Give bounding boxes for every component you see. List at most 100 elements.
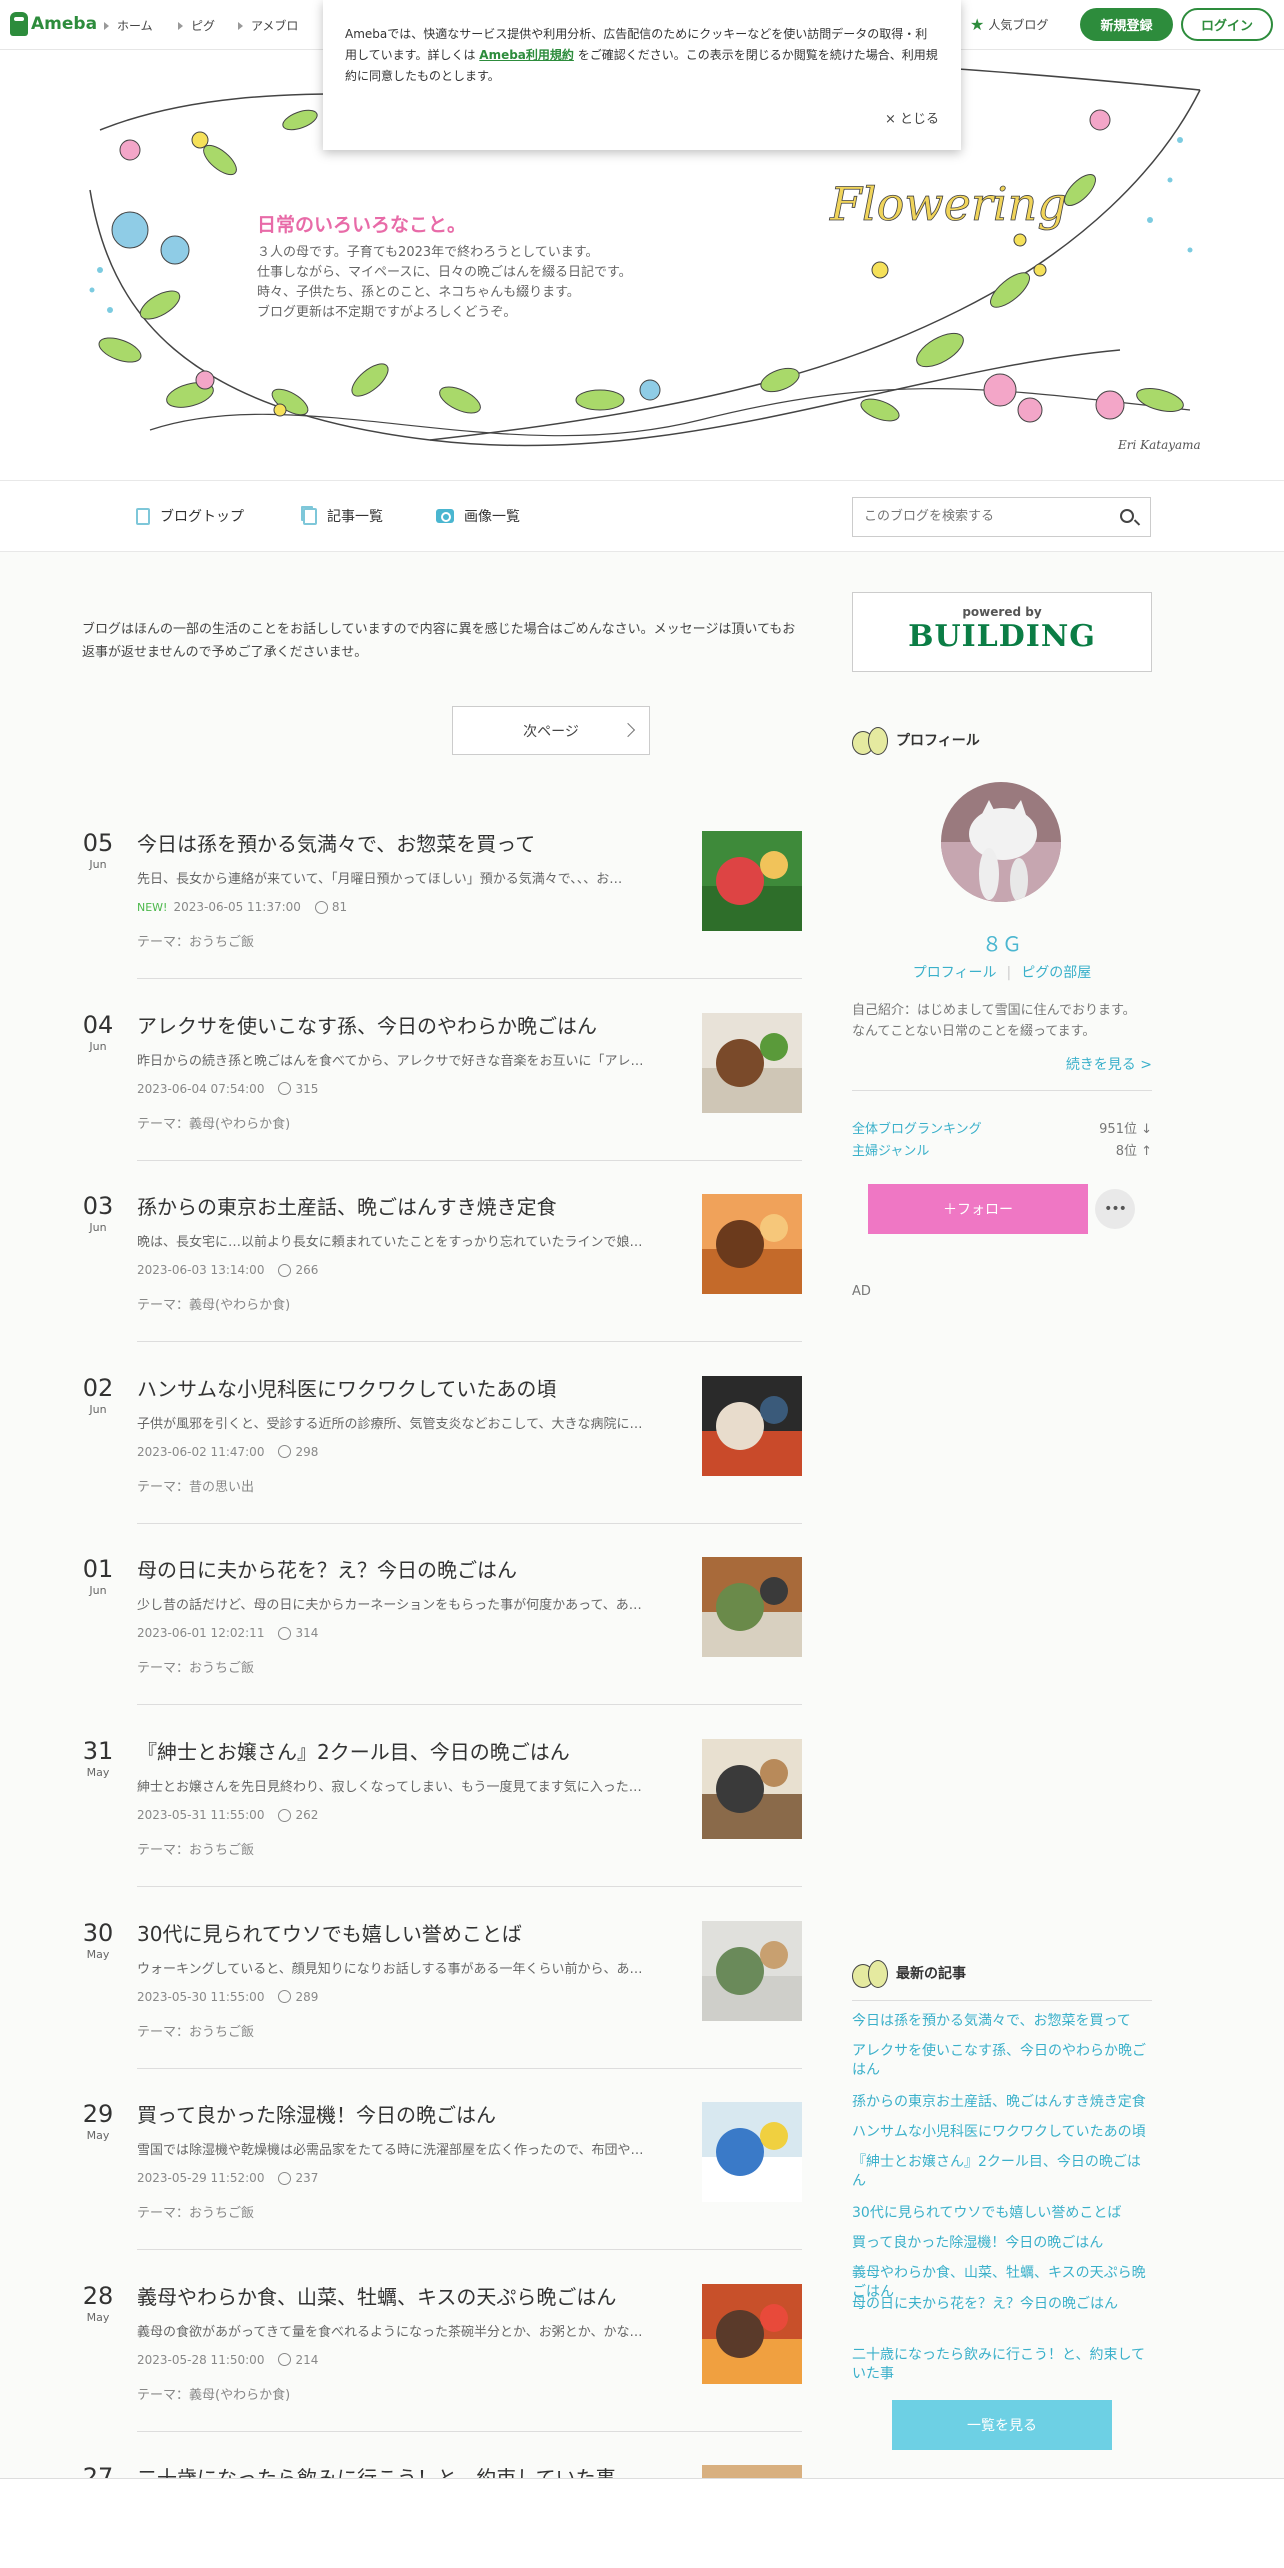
nav-pigg-link[interactable]: ピグ (178, 17, 215, 34)
entry-thumbnail[interactable] (702, 1739, 802, 1839)
blog-subnav: ブログトップ 記事一覧 画像一覧 (0, 480, 1284, 552)
more-options-button[interactable]: ••• (1095, 1189, 1135, 1229)
entry-thumbnail[interactable] (702, 1375, 802, 1476)
entry-thumbnail[interactable] (702, 1557, 802, 1658)
recent-article-link[interactable]: アレクサを使いこなす孫、今日のやわらか晩ごはん (852, 2042, 1152, 2080)
read-more-link[interactable]: 続きを見る > (852, 1054, 1152, 1074)
login-button[interactable]: ログイン (1181, 8, 1273, 41)
entry-excerpt: ウォーキングしていると、顔見知りになりお話しする事がある一年くらい前から、あ… (137, 1961, 643, 1977)
entry-likes[interactable]: 298 (278, 1445, 318, 1459)
divider (137, 1159, 802, 1161)
profile-name[interactable]: ８Ｇ (852, 928, 1152, 957)
entry-theme-link[interactable]: テーマ：義母(やわらか食) (137, 1294, 290, 1313)
blog-title[interactable]: 日常のいろいろなこと。 (257, 210, 466, 237)
entry-title-link[interactable]: 今日は孫を預かる気満々で、お惣菜を買って (137, 828, 535, 857)
new-badge: NEW! (137, 900, 168, 914)
entry-theme-link[interactable]: テーマ：義母(やわらか食) (137, 1113, 290, 1132)
tab-blog-top[interactable]: ブログトップ (136, 506, 244, 526)
entry-likes[interactable]: 214 (278, 2353, 318, 2367)
ranking-row: 全体ブログランキング 951位 ↓ (852, 1118, 1152, 1137)
entry-meta: 2023-06-04 07:54:00 315 (137, 1082, 318, 1096)
recent-article-link[interactable]: 孫からの東京お土産話、晩ごはんすき焼き定食 (852, 2093, 1152, 2112)
nav-home-link[interactable]: ホーム (104, 17, 153, 34)
entry-title-link[interactable]: 孫からの東京お土産話、晩ごはんすき焼き定食 (137, 1191, 557, 1220)
entry-theme-link[interactable]: テーマ：おうちご飯 (137, 1657, 254, 1676)
divider (137, 1704, 802, 1706)
next-page-button[interactable]: 次ページ (452, 706, 650, 755)
register-button[interactable]: 新規登録 (1080, 8, 1173, 41)
entry-date: 2023-06-04 07:54:00 (137, 1081, 265, 1096)
entry-day: 02 (82, 1373, 114, 1402)
tab-image-list[interactable]: 画像一覧 (436, 506, 520, 526)
nav-ameblo-link[interactable]: アメブロ (238, 17, 298, 34)
entry-date: 2023-05-28 11:50:00 (137, 2352, 265, 2367)
entry-thumbnail[interactable] (702, 1920, 802, 2021)
profile-links: プロフィール | ピグの部屋 (912, 965, 1092, 981)
thumbnail-photo (702, 1012, 802, 1113)
genre-ranking-link[interactable]: 主婦ジャンル (852, 1140, 929, 1159)
entry-likes[interactable]: 262 (278, 1808, 318, 1822)
recent-article-link[interactable]: ハンサムな小児科医にワクワクしていたあの頃 (852, 2123, 1152, 2142)
search-icon[interactable] (1120, 509, 1134, 523)
entry-title-link[interactable]: 買って良かった除湿機！今日の晩ごはん (137, 2099, 496, 2128)
overall-ranking-link[interactable]: 全体ブログランキング (852, 1118, 982, 1137)
entry-title-link[interactable]: 母の日に夫から花を？え？今日の晩ごはん (137, 1554, 517, 1583)
terms-link[interactable]: Ameba利用規約 (479, 48, 574, 62)
entry-likes[interactable]: 266 (278, 1263, 318, 1277)
follow-button[interactable]: ＋フォロー (868, 1184, 1088, 1234)
smile-icon (278, 1990, 292, 2004)
entry-title-link[interactable]: 30代に見られてウソでも嬉しい誉めことば (137, 1918, 522, 1947)
entry-theme-link[interactable]: テーマ：おうちご飯 (137, 2021, 254, 2040)
entry-day: 30 (82, 1918, 114, 1947)
profile-link[interactable]: プロフィール (913, 965, 997, 981)
entry-likes[interactable]: 81 (314, 900, 347, 914)
entry-title-link[interactable]: アレクサを使いこなす孫、今日のやわらか晩ごはん (137, 1010, 597, 1039)
entry-theme-link[interactable]: テーマ：おうちご飯 (137, 931, 254, 950)
entry-thumbnail[interactable] (702, 831, 802, 931)
recent-article-link[interactable]: 『紳士とお嬢さん』2クール目、今日の晩ごはん (852, 2153, 1152, 2191)
divider (137, 1886, 802, 1887)
avatar-cat-photo (941, 782, 1061, 902)
entry-item: 02 Jun ハンサムな小児科医にワクワクしていたあの頃 子供が風邪を引くと、受診… (82, 1373, 802, 1554)
entry-likes[interactable]: 314 (278, 1626, 318, 1640)
entry-theme-link[interactable]: テーマ：義母(やわらか食) (137, 2384, 290, 2403)
entry-thumbnail[interactable] (702, 1012, 802, 1113)
search-input[interactable] (853, 498, 1103, 534)
entry-month: May (86, 2129, 110, 2143)
entry-theme-link[interactable]: テーマ：おうちご飯 (137, 1839, 254, 1858)
entry-thumbnail[interactable] (702, 2283, 802, 2384)
recent-article-link[interactable]: 買って良かった除湿機！今日の晩ごはん (852, 2234, 1152, 2253)
entry-likes[interactable]: 237 (278, 2171, 318, 2185)
recent-article-link[interactable]: 30代に見られてウソでも嬉しい誉めことば (852, 2204, 1152, 2223)
recent-article-link[interactable]: 二十歳になったら飲みに行こう！と、約束していた事 (852, 2346, 1152, 2384)
entry-title-link[interactable]: ハンサムな小児科医にワクワクしていたあの頃 (137, 1373, 556, 1402)
popular-blog-link[interactable]: ★ 人気ブログ (970, 16, 1048, 33)
pigg-room-link[interactable]: ピグの部屋 (1021, 965, 1091, 981)
entry-thumbnail[interactable] (702, 2102, 802, 2203)
recent-article-link[interactable]: 今日は孫を預かる気満々で、お惣菜を買って (852, 2012, 1152, 2031)
entry-item: 04 Jun アレクサを使いこなす孫、今日のやわらか晩ごはん 昨日からの続き孫と晩… (82, 1010, 802, 1191)
divider (137, 2249, 802, 2251)
entry-month: Jun (89, 1584, 107, 1598)
illustration-credit: Eri Katayama (1118, 438, 1201, 452)
entry-theme-link[interactable]: テーマ：昔の思い出 (137, 1476, 254, 1495)
view-all-button[interactable]: 一覧を見る (892, 2400, 1112, 2450)
building-ad-banner[interactable]: powered by BUILDING (852, 592, 1152, 672)
entry-excerpt: 紳士とお嬢さんを先日見終わり、寂しくなってしまい、もう一度見てます気に入った… (137, 1780, 642, 1795)
profile-intro: 自己紹介：はじめまして雪国に住んでおります。 なんてことない日常のことを綴ってま… (852, 1003, 1136, 1039)
thumbnail-photo (702, 1557, 802, 1658)
avatar[interactable] (941, 782, 1061, 902)
thumbnail-photo (702, 1739, 802, 1839)
ameba-logo[interactable]: Ameba (10, 12, 97, 36)
entry-likes[interactable]: 315 (278, 1082, 318, 1096)
entry-theme-link[interactable]: テーマ：おうちご飯 (137, 2202, 254, 2221)
tab-article-list[interactable]: 記事一覧 (303, 506, 383, 526)
cookie-close-button[interactable]: × とじる (885, 109, 939, 130)
entry-title-link[interactable]: 義母やわらか食、山菜、牡蠣、キスの天ぷら晩ごはん (137, 2281, 616, 2310)
entry-likes[interactable]: 289 (278, 1990, 318, 2004)
entry-thumbnail[interactable] (702, 1194, 802, 1295)
recent-article-link[interactable]: 母の日に夫から花を？え？今日の晩ごはん (852, 2295, 1152, 2314)
leaf-icon (852, 1958, 890, 1988)
smile-icon (278, 1445, 292, 1459)
entry-title-link[interactable]: 『紳士とお嬢さん』2クール目、今日の晩ごはん (137, 1736, 570, 1765)
